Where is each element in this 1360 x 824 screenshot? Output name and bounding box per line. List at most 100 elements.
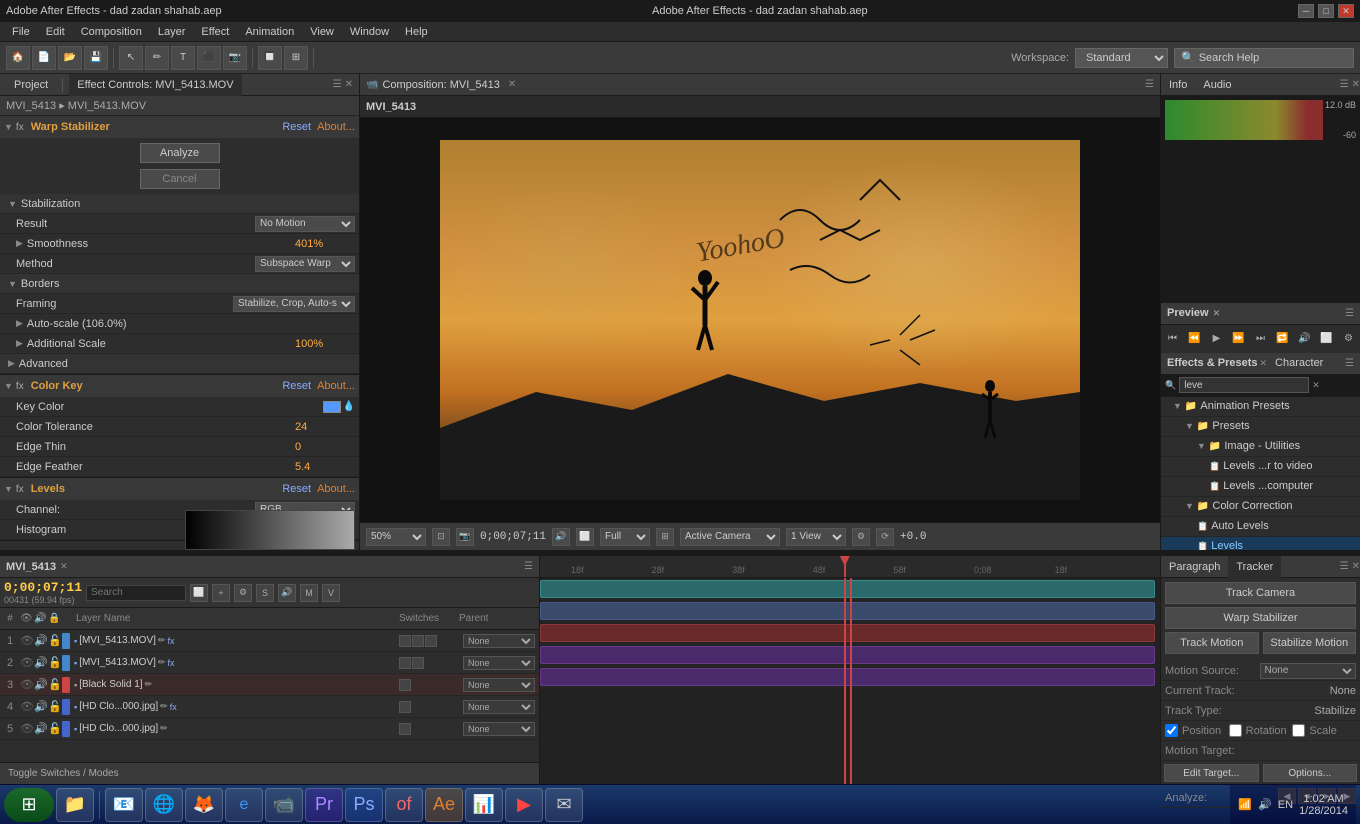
tracker-menu-icon[interactable]: ☰ (1340, 561, 1349, 572)
comp-tab-close[interactable]: ✕ (508, 79, 516, 90)
timeline-tab-close[interactable]: ✕ (60, 561, 68, 572)
layer-2-vis[interactable]: 👁 (20, 656, 34, 669)
track-camera-button[interactable]: Track Camera (1165, 582, 1356, 604)
taskbar-monitor[interactable]: 📊 (465, 788, 503, 822)
layer-2-fx-icon[interactable]: fx (167, 658, 174, 668)
taskbar-office[interactable]: of (385, 788, 423, 822)
layer-4-sw1[interactable] (399, 701, 411, 713)
cancel-button[interactable]: Cancel (140, 169, 220, 189)
toolbar-home-button[interactable]: 🏠 (6, 46, 30, 70)
layer-3-aud[interactable]: 🔊 (34, 678, 48, 691)
audio-tab[interactable]: Audio (1195, 74, 1239, 96)
menu-help[interactable]: Help (397, 26, 436, 38)
color-correction-item[interactable]: ▼ 📁 Color Correction (1161, 497, 1360, 517)
layer-5-lock[interactable]: 🔓 (48, 722, 62, 735)
levels-r-to-video-item[interactable]: 📋 Levels ...r to video (1161, 457, 1360, 477)
smoothness-value[interactable]: 401% (295, 238, 355, 250)
framing-dropdown[interactable]: Stabilize, Crop, Auto-s (233, 296, 355, 312)
tl-render-btn[interactable]: ⬜ (190, 584, 208, 602)
position-checkbox[interactable] (1165, 724, 1178, 737)
panel-close-icon[interactable]: ✕ (345, 79, 353, 90)
view-dropdown[interactable]: Active Camera (680, 528, 780, 546)
levels-item[interactable]: 📋 Levels (1161, 537, 1360, 551)
options-button[interactable]: Options... (1263, 764, 1358, 782)
taskbar-chrome[interactable]: 🌐 (145, 788, 183, 822)
warp-stabilizer-reset[interactable]: Reset (282, 121, 311, 133)
warp-stabilizer-about[interactable]: About... (317, 121, 355, 133)
comp-menu-icon[interactable]: ☰ (1145, 79, 1154, 90)
layer-4-fx-icon[interactable]: fx (170, 702, 177, 712)
taskbar-firefox[interactable]: 🦊 (185, 788, 223, 822)
layer-4-aud[interactable]: 🔊 (34, 700, 48, 713)
layer-3-lock[interactable]: 🔓 (48, 678, 62, 691)
prev-first-button[interactable]: ⏮ (1164, 330, 1182, 348)
layer-row-3[interactable]: 3 👁 🔊 🔓 ▪ [Black Solid 1] ✏ None (0, 674, 539, 696)
ep-menu-icon[interactable]: ☰ (1345, 358, 1354, 369)
layer-5-vis[interactable]: 👁 (20, 722, 34, 735)
taskbar-premiere[interactable]: Pr (305, 788, 343, 822)
layer-1-sw1[interactable] (399, 635, 411, 647)
search-box[interactable]: 🔍 (1174, 48, 1354, 68)
reset-view-button[interactable]: ⟳ (876, 528, 894, 546)
layer-1-parent-select[interactable]: None (463, 634, 535, 648)
taskbar-aftereffects[interactable]: Ae (425, 788, 463, 822)
borders-section[interactable]: ▼ Borders (0, 274, 359, 294)
key-color-swatch[interactable] (323, 401, 341, 413)
color-key-about[interactable]: About... (317, 380, 355, 392)
tl-solo-btn[interactable]: S (256, 584, 274, 602)
image-utilities-item[interactable]: ▼ 📁 Image - Utilities (1161, 437, 1360, 457)
warp-stabilizer-header[interactable]: ▼ fx Warp Stabilizer Reset About... (0, 116, 359, 138)
analyze-button[interactable]: Analyze (140, 143, 220, 163)
timeline-search[interactable] (86, 585, 186, 601)
layer-3-edit-icon[interactable]: ✏ (145, 679, 153, 690)
audio-button[interactable]: 🔊 (552, 528, 570, 546)
toolbar-select-button[interactable]: ↖ (119, 46, 143, 70)
minimize-button[interactable]: ─ (1298, 4, 1314, 18)
paragraph-tab[interactable]: Paragraph (1161, 556, 1228, 578)
ep-clear-icon[interactable]: ✕ (1312, 380, 1320, 391)
workspace-dropdown[interactable]: Standard (1075, 48, 1168, 68)
layer-2-lock[interactable]: 🔓 (48, 656, 62, 669)
layer-1-aud[interactable]: 🔊 (34, 634, 48, 647)
ep-search-input[interactable] (1179, 377, 1309, 393)
menu-animation[interactable]: Animation (237, 26, 302, 38)
toolbar-pen-button[interactable]: ✏ (145, 46, 169, 70)
scale-checkbox[interactable] (1292, 724, 1305, 737)
additional-scale-value[interactable]: 100% (295, 338, 355, 350)
layer-2-parent-select[interactable]: None (463, 656, 535, 670)
toolbar-open-button[interactable]: 📂 (58, 46, 82, 70)
color-key-reset[interactable]: Reset (282, 380, 311, 392)
menu-composition[interactable]: Composition (73, 26, 150, 38)
color-key-header[interactable]: ▼ fx Color Key Reset About... (0, 375, 359, 397)
toolbar-text-button[interactable]: T (171, 46, 195, 70)
timeline-timecode[interactable]: 0;00;07;11 (4, 580, 82, 595)
taskbar-ie[interactable]: e (225, 788, 263, 822)
preview-menu-icon[interactable]: ☰ (1345, 308, 1354, 319)
prev-play-button[interactable]: ▶ (1208, 330, 1226, 348)
layer-4-lock[interactable]: 🔓 (48, 700, 62, 713)
tl-new-comp-btn[interactable]: + (212, 584, 230, 602)
panel-menu-icon[interactable]: ☰ (333, 79, 342, 90)
layer-1-sw3[interactable] (425, 635, 437, 647)
levels-reset[interactable]: Reset (282, 483, 311, 495)
close-button[interactable]: ✕ (1338, 4, 1354, 18)
color-tolerance-value[interactable]: 24 (295, 421, 355, 433)
maximize-button[interactable]: □ (1318, 4, 1334, 18)
levels-about[interactable]: About... (317, 483, 355, 495)
layer-4-vis[interactable]: 👁 (20, 700, 34, 713)
layer-3-sw1[interactable] (399, 679, 411, 691)
tracker-tab[interactable]: Tracker (1228, 556, 1281, 578)
levels-computer-item[interactable]: 📋 Levels ...computer (1161, 477, 1360, 497)
tracker-close-icon[interactable]: ✕ (1352, 561, 1360, 572)
layer-1-fx-icon[interactable]: fx (167, 636, 174, 646)
track-motion-button[interactable]: Track Motion (1165, 632, 1259, 654)
menu-edit[interactable]: Edit (38, 26, 73, 38)
motion-source-select[interactable]: None (1260, 663, 1357, 679)
method-dropdown[interactable]: Subspace Warp (255, 256, 355, 272)
layer-5-parent-select[interactable]: None (463, 722, 535, 736)
prev-loop-button[interactable]: 🔁 (1274, 330, 1292, 348)
composition-tab-label[interactable]: Composition: MVI_5413 (382, 79, 499, 91)
timeline-menu-icon[interactable]: ☰ (524, 561, 533, 572)
effects-presets-close[interactable]: ✕ (1260, 358, 1268, 369)
track-clip-2[interactable] (540, 602, 1155, 620)
